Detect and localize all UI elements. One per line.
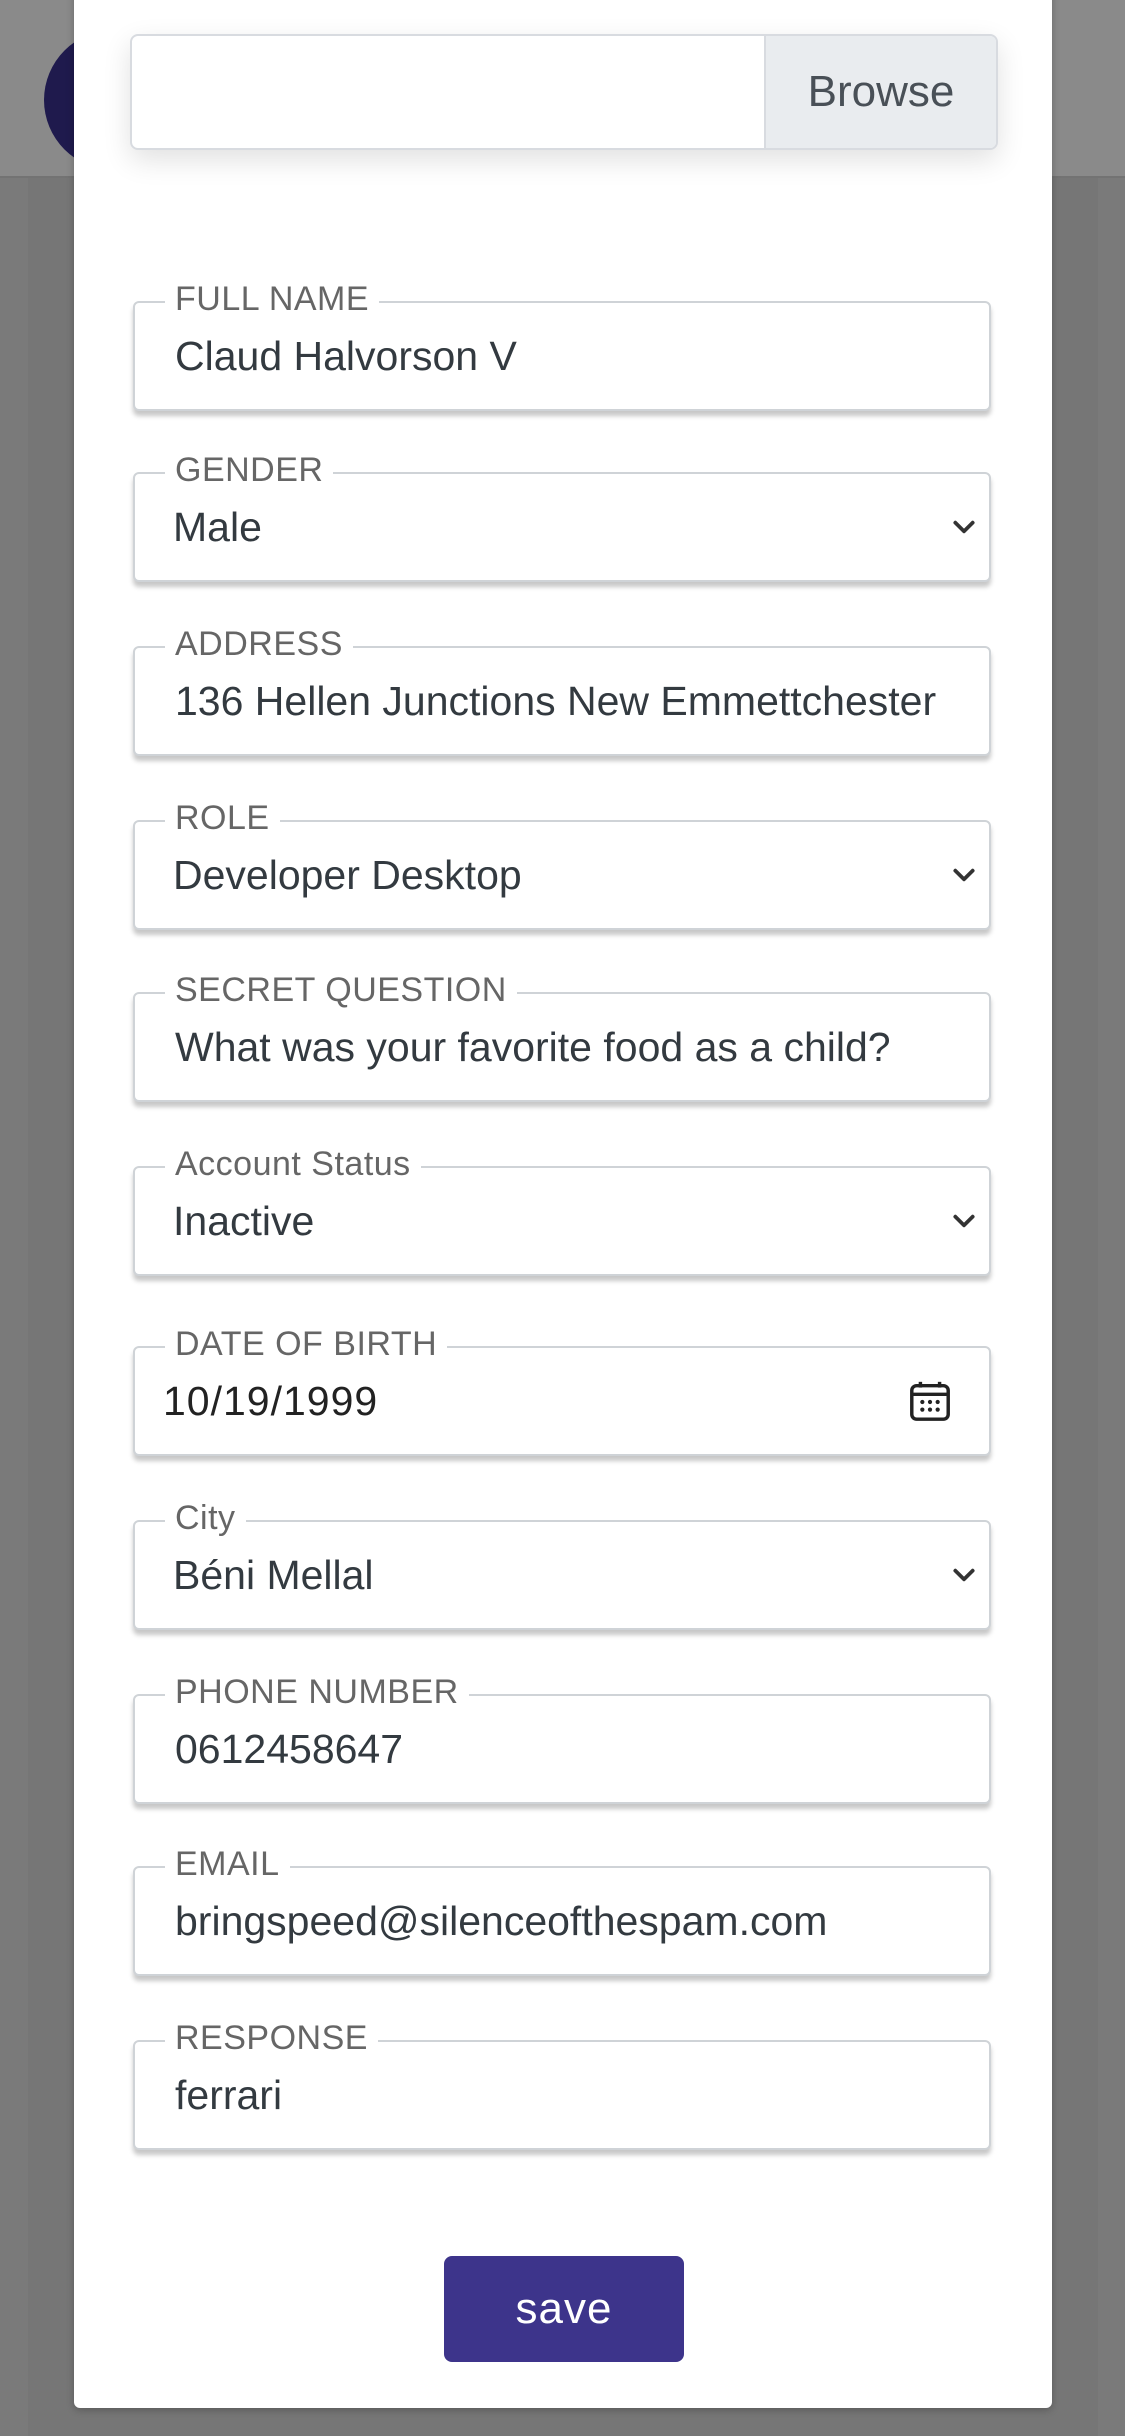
- chevron-down-icon: [953, 1568, 975, 1582]
- phone-number-input[interactable]: 0612458647: [175, 1696, 959, 1802]
- account-status-value: Inactive: [173, 1198, 315, 1244]
- address-input[interactable]: 136 Hellen Junctions New Emmettchester: [175, 648, 953, 754]
- browse-button[interactable]: Browse: [764, 36, 996, 148]
- date-of-birth-field[interactable]: DATE OF BIRTH 10/19/1999: [133, 1324, 991, 1456]
- calendar-icon[interactable]: [907, 1378, 953, 1424]
- chevron-down-icon: [953, 1214, 975, 1228]
- role-value: Developer Desktop: [173, 852, 522, 898]
- chevron-down-icon: [953, 520, 975, 534]
- response-field[interactable]: RESPONSE ferrari: [133, 2018, 991, 2150]
- address-field[interactable]: ADDRESS 136 Hellen Junctions New Emmettc…: [133, 624, 991, 756]
- save-button[interactable]: save: [444, 2256, 684, 2362]
- city-value: Béni Mellal: [173, 1552, 374, 1598]
- full-name-field[interactable]: FULL NAME Claud Halvorson V: [133, 279, 991, 411]
- email-field[interactable]: EMAIL bringspeed@silenceofthespam.com: [133, 1844, 991, 1976]
- phone-number-field[interactable]: PHONE NUMBER 0612458647: [133, 1672, 991, 1804]
- response-input[interactable]: ferrari: [175, 2042, 959, 2148]
- gender-value: Male: [173, 504, 262, 550]
- city-select[interactable]: City Béni Mellal: [133, 1498, 991, 1630]
- secret-question-input[interactable]: What was your favorite food as a child?: [175, 994, 959, 1100]
- file-upload: Browse: [130, 34, 998, 150]
- role-select[interactable]: ROLE Developer Desktop: [133, 798, 991, 930]
- file-input[interactable]: [132, 36, 764, 148]
- email-input[interactable]: bringspeed@silenceofthespam.com: [175, 1868, 959, 1974]
- chevron-down-icon: [953, 868, 975, 882]
- account-status-select[interactable]: Account Status Inactive: [133, 1144, 991, 1276]
- full-name-input[interactable]: Claud Halvorson V: [175, 303, 959, 409]
- secret-question-field[interactable]: SECRET QUESTION What was your favorite f…: [133, 970, 991, 1102]
- gender-select[interactable]: GENDER Male: [133, 450, 991, 582]
- date-of-birth-input[interactable]: 10/19/1999: [163, 1348, 959, 1454]
